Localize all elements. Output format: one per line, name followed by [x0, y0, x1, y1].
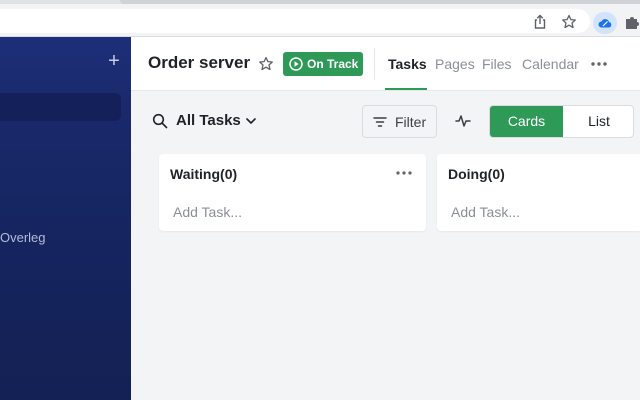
sidebar: + Overleg	[0, 37, 131, 400]
add-task-link[interactable]: Add Task...	[451, 204, 520, 220]
sidebar-search-field[interactable]	[0, 93, 121, 121]
filter-label: Filter	[395, 114, 427, 130]
tab-files[interactable]: Files	[482, 56, 512, 72]
puzzle-extensions-icon[interactable]	[624, 14, 640, 30]
sidebar-item-overleg[interactable]: Overleg	[0, 230, 46, 245]
browser-toolbar	[0, 4, 640, 37]
play-circle-icon	[289, 57, 303, 71]
column-title: Doing(0)	[448, 166, 505, 182]
address-bar[interactable]	[0, 9, 590, 33]
task-view-label: All Tasks	[176, 112, 241, 129]
tab-pages[interactable]: Pages	[435, 56, 475, 72]
project-header: Order server On Track Tasks Pages Files …	[131, 37, 640, 91]
list-view-button[interactable]: List	[563, 106, 633, 137]
share-icon[interactable]	[532, 14, 548, 30]
column-title: Waiting(0)	[170, 166, 238, 182]
board-column-doing: Doing(0) Add Task...	[437, 154, 640, 231]
bookmark-star-icon[interactable]	[561, 14, 577, 30]
board-column-waiting: Waiting(0) Add Task...	[159, 154, 426, 231]
cards-view-button[interactable]: Cards	[490, 106, 563, 137]
view-toggle: Cards List	[489, 105, 634, 138]
tab-tasks[interactable]: Tasks	[388, 56, 427, 72]
active-tab-indicator	[385, 88, 427, 90]
search-icon	[152, 113, 168, 129]
plus-icon[interactable]: +	[106, 51, 122, 71]
chevron-down-icon	[246, 118, 256, 124]
tab-calendar[interactable]: Calendar	[522, 56, 579, 72]
more-horizontal-icon[interactable]	[590, 57, 608, 71]
status-badge[interactable]: On Track	[283, 52, 363, 76]
status-label: On Track	[307, 57, 359, 71]
filter-button[interactable]: Filter	[362, 105, 437, 138]
cloud-extension-icon	[598, 19, 612, 28]
extension-button[interactable]	[593, 12, 617, 34]
header-divider	[374, 48, 375, 80]
activity-pulse-icon[interactable]	[455, 113, 471, 129]
page-title: Order server	[148, 53, 251, 72]
add-task-link[interactable]: Add Task...	[173, 204, 242, 220]
more-horizontal-icon[interactable]	[395, 168, 413, 178]
star-icon[interactable]	[258, 56, 274, 72]
filter-lines-icon	[373, 117, 387, 127]
